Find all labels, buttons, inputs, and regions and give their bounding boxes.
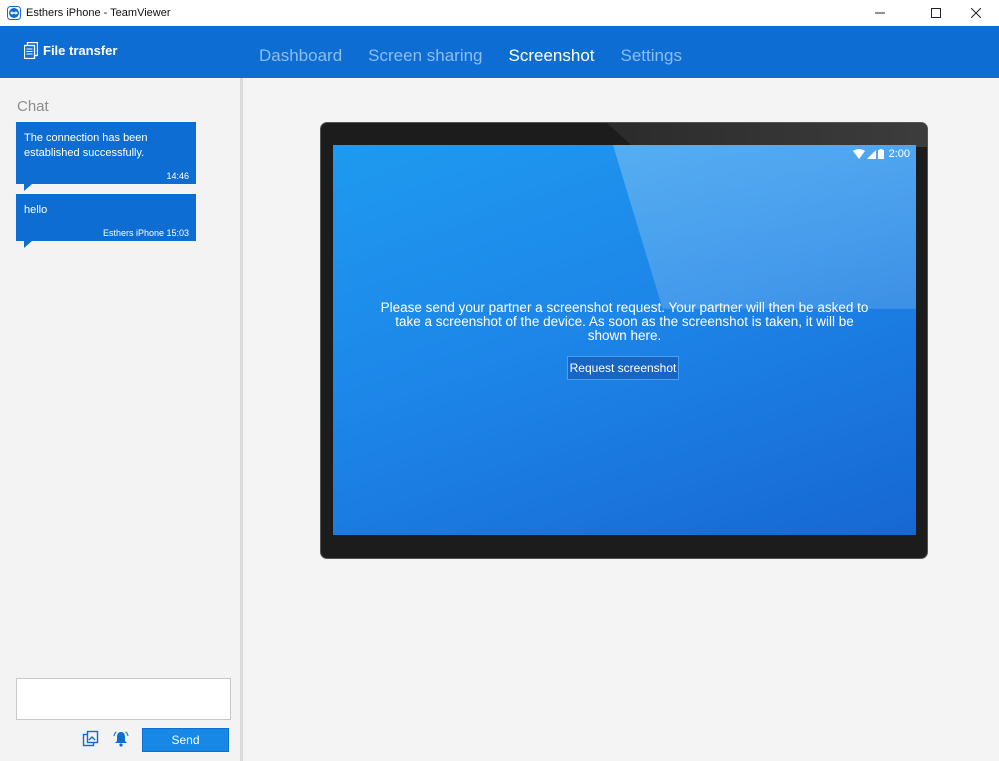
top-nav-bar: File transfer Dashboard Screen sharing S…: [0, 26, 999, 78]
close-button[interactable]: [953, 0, 999, 26]
chat-title: Chat: [17, 98, 49, 115]
device-bezel-reflection: [607, 123, 927, 147]
chat-message-text: hello: [24, 204, 48, 216]
send-file-icon: [82, 730, 99, 747]
screenshot-instructions: Please send your partner a screenshot re…: [380, 300, 869, 343]
chat-bubble-tail: [24, 241, 32, 248]
device-frame: 2:00 Please send your partner a screensh…: [320, 122, 928, 559]
device-screen: 2:00 Please send your partner a screensh…: [333, 145, 916, 535]
chat-input[interactable]: [16, 678, 231, 720]
chat-message-time: 14:46: [166, 171, 189, 181]
chat-message-time: Esthers iPhone 15:03: [102, 228, 189, 238]
tab-settings[interactable]: Settings: [621, 46, 682, 66]
tab-screen-sharing[interactable]: Screen sharing: [368, 46, 482, 66]
chat-message-text: The connection has been established succ…: [24, 132, 148, 159]
teamviewer-logo-icon: [7, 6, 21, 20]
maximize-icon: [931, 8, 941, 18]
minimize-icon: [875, 12, 885, 14]
window-title: Esthers iPhone - TeamViewer: [26, 7, 171, 19]
chat-sidebar: Chat The connection has been established…: [0, 78, 243, 761]
title-bar: Esthers iPhone - TeamViewer: [0, 0, 999, 26]
chat-bubble-tail: [24, 184, 32, 191]
main-content: 2:00 Please send your partner a screensh…: [246, 78, 999, 761]
wifi-icon: [852, 149, 865, 159]
tab-screenshot[interactable]: Screenshot: [509, 46, 595, 66]
device-clock: 2:00: [888, 148, 910, 160]
file-transfer-label: File transfer: [43, 43, 118, 58]
signal-icon: [866, 149, 876, 159]
tab-dashboard[interactable]: Dashboard: [259, 46, 342, 66]
request-screenshot-button[interactable]: Request screenshot: [567, 356, 679, 380]
minimize-button[interactable]: [857, 0, 903, 26]
file-transfer-button[interactable]: File transfer: [24, 42, 117, 59]
close-icon: [971, 8, 981, 18]
chat-message: The connection has been established succ…: [16, 122, 196, 191]
notify-button[interactable]: [112, 730, 130, 748]
device-status-bar: 2:00: [852, 148, 910, 160]
bell-icon: [113, 731, 129, 747]
send-button[interactable]: Send: [142, 728, 229, 752]
file-transfer-icon: [24, 42, 38, 59]
main-tabs: Dashboard Screen sharing Screenshot Sett…: [259, 46, 708, 66]
battery-icon: [877, 149, 884, 159]
chat-message: hello Esthers iPhone 15:03: [16, 194, 196, 248]
send-file-button[interactable]: [82, 730, 100, 748]
